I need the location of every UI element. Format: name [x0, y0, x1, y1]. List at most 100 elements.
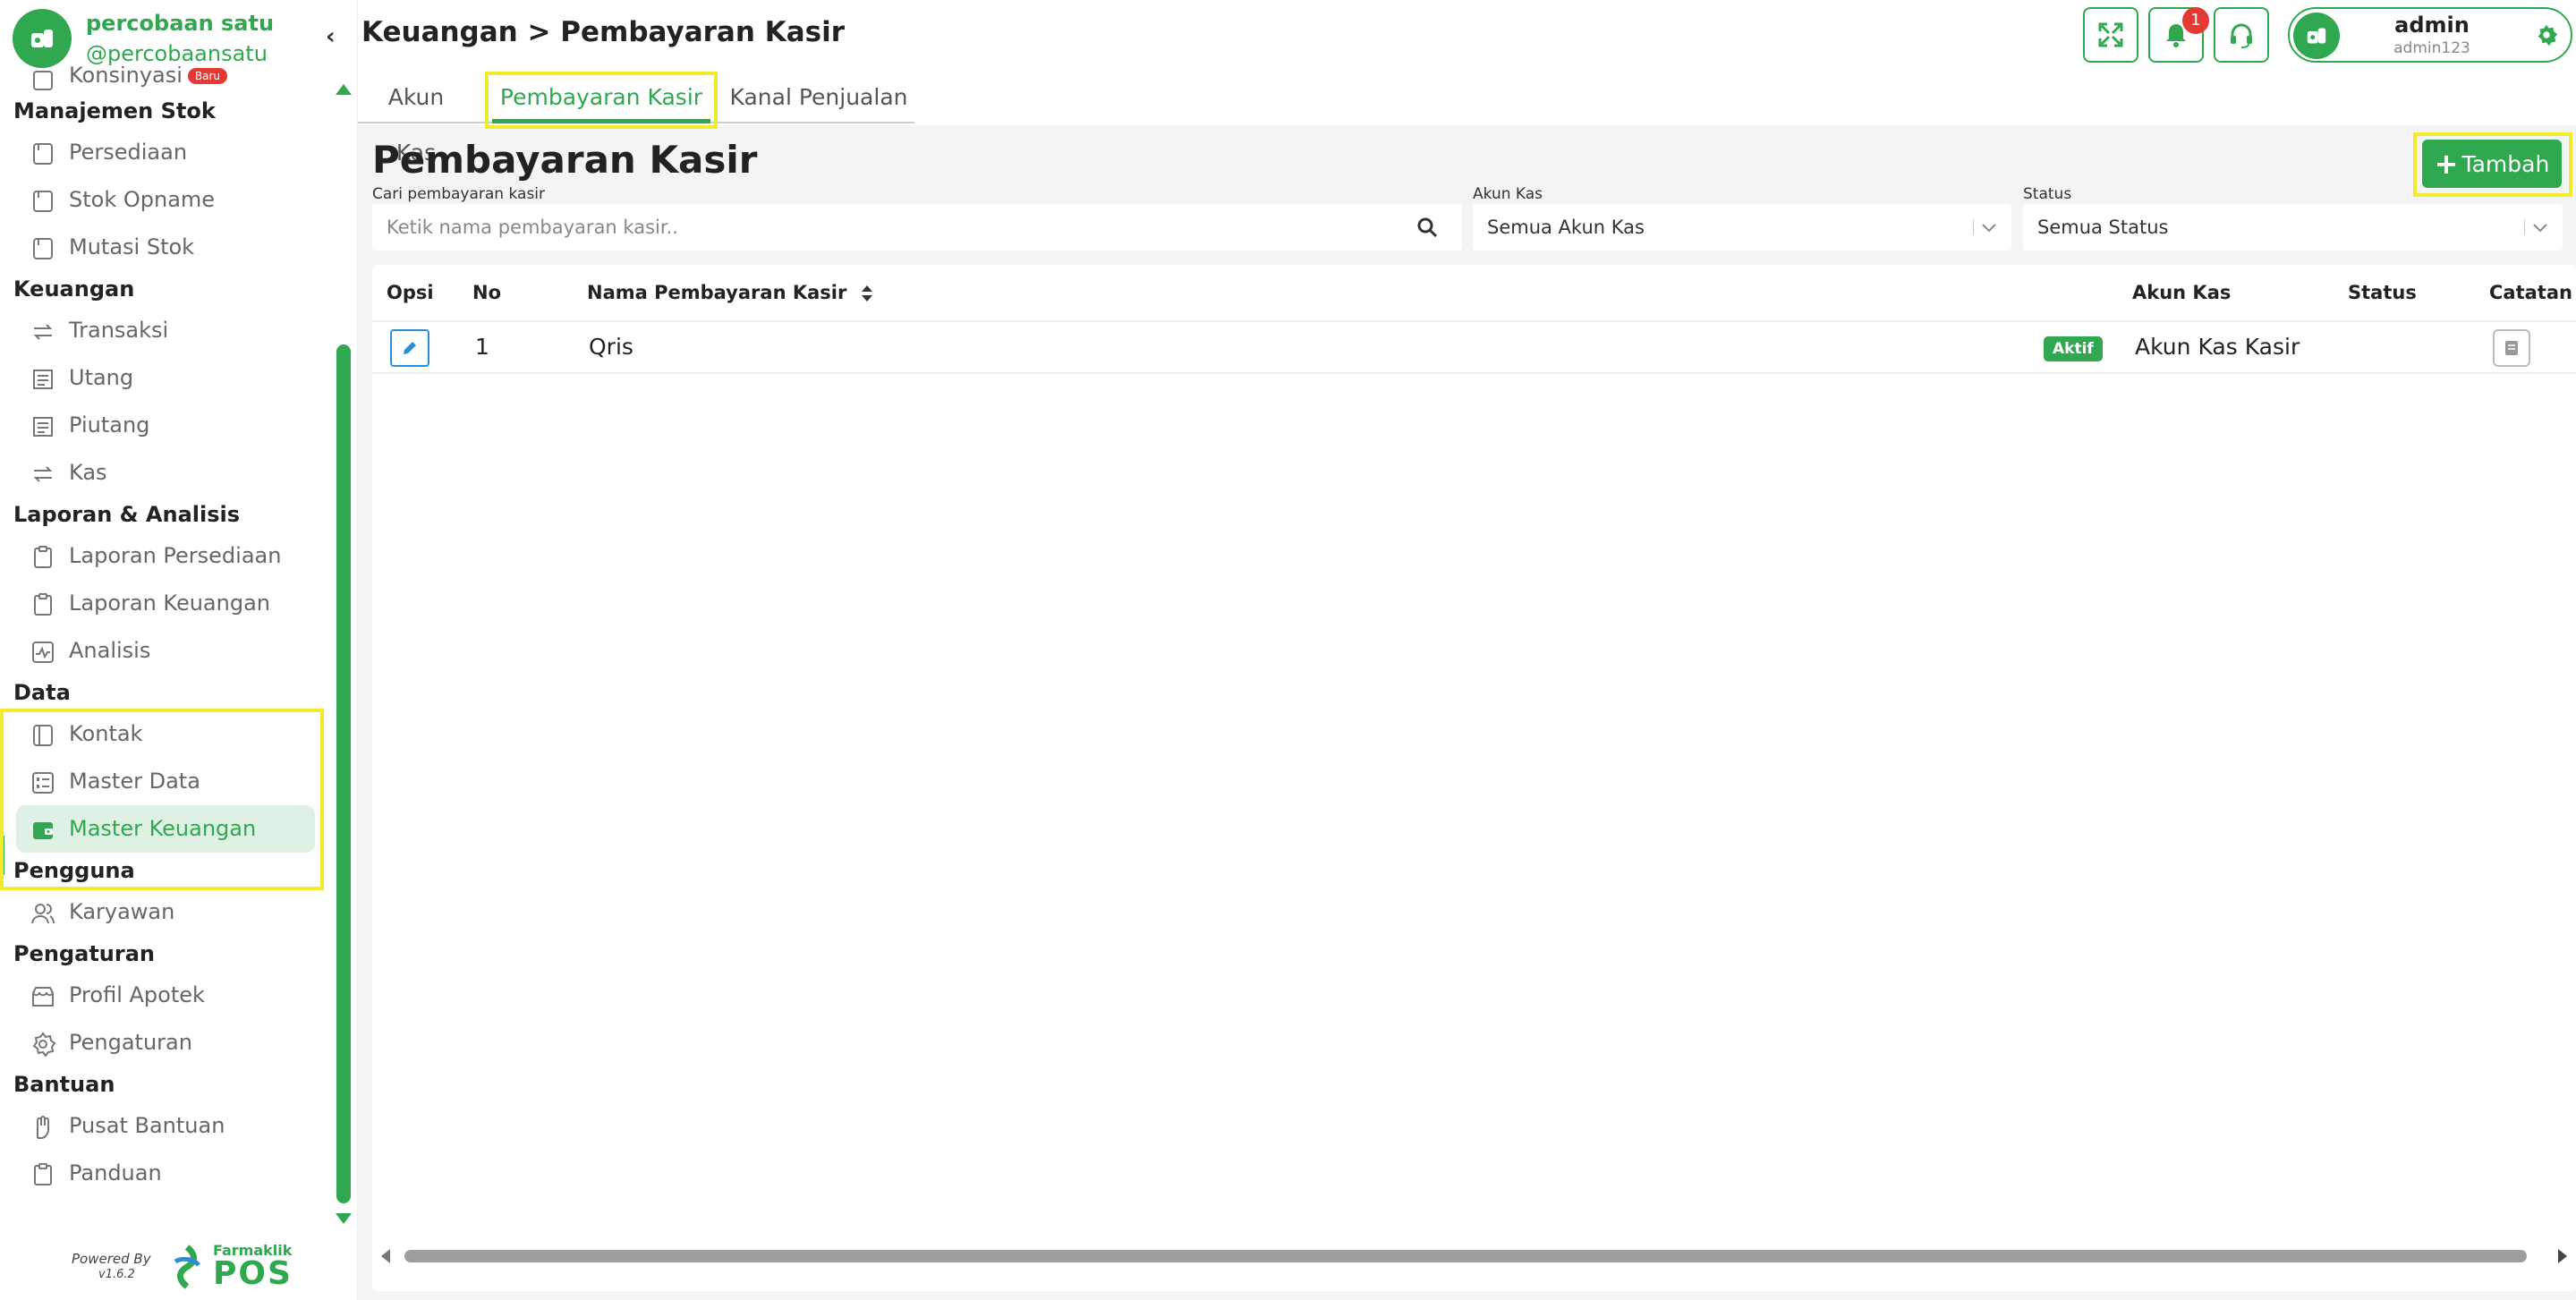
status-label: Status — [2023, 185, 2072, 203]
sidebar-item-laporan-persediaan[interactable]: Laporan Persediaan — [0, 532, 331, 580]
akun-kas-label: Akun Kas — [1473, 185, 1543, 203]
scroll-left-icon[interactable] — [379, 1247, 392, 1265]
scroll-down-icon[interactable] — [333, 1210, 354, 1228]
section-bantuan: Bantuan — [13, 1072, 115, 1097]
user-name: admin — [2394, 13, 2470, 38]
main-content: Akun Kas Pembayaran Kasir Kanal Penjuala… — [358, 70, 2576, 1300]
analytics-icon — [32, 642, 54, 663]
sidebar-item-kas[interactable]: Kas — [0, 449, 331, 497]
user-username: admin123 — [2393, 39, 2470, 57]
transfer-icon — [33, 324, 53, 340]
support-button[interactable] — [2214, 7, 2269, 63]
select-separator — [2524, 219, 2525, 235]
sidebar-item-label: Persediaan — [69, 140, 188, 165]
app-version: v1.6.2 — [98, 1268, 135, 1281]
collapse-sidebar-icon[interactable]: ‹ — [326, 23, 336, 50]
farmaklik-logo-icon — [174, 1245, 200, 1289]
payment-name: Qris — [589, 334, 633, 360]
chevron-down-icon — [1982, 224, 1996, 233]
search-input[interactable]: Ketik nama pembayaran kasir.. — [372, 204, 1462, 251]
farmaklik-pos-logo: Farmaklik POS — [166, 1244, 293, 1290]
column-header-status: Status — [2348, 282, 2417, 303]
sidebar-item-label: Kas — [69, 460, 107, 485]
sidebar-item-transaksi[interactable]: Transaksi — [0, 307, 331, 354]
sidebar-item-mutasi-stok[interactable]: Mutasi Stok — [0, 224, 331, 271]
search-icon[interactable] — [1416, 216, 1439, 239]
gear-icon[interactable] — [2535, 23, 2558, 47]
fullscreen-button[interactable] — [2083, 7, 2138, 63]
powered-by: Powered By — [72, 1251, 151, 1267]
list-icon — [33, 370, 53, 389]
notification-button[interactable]: 1 — [2148, 7, 2209, 63]
add-button-label: Tambah — [2461, 150, 2550, 177]
brand[interactable]: percobaan satu @percobaansatu — [13, 9, 353, 72]
sidebar-item-profil-apotek[interactable]: Profil Apotek — [0, 972, 331, 1019]
column-header-no: No — [472, 282, 502, 303]
section-keuangan: Keuangan — [13, 276, 135, 302]
sidebar-item-label: Laporan Persediaan — [69, 543, 282, 568]
logo-big-text: POS — [213, 1255, 293, 1292]
clipboard-icon — [34, 546, 52, 568]
sort-icon[interactable] — [861, 284, 873, 303]
pencil-icon — [404, 342, 416, 354]
sidebar-item-label: Profil Apotek — [69, 982, 205, 1007]
sidebar-item-label: Stok Opname — [69, 187, 216, 212]
select-separator — [1973, 219, 1974, 235]
sidebar-item-analisis[interactable]: Analisis — [0, 627, 331, 675]
status-value: Semua Status — [2037, 217, 2169, 238]
breadcrumb: Keuangan > Pembayaran Kasir — [361, 16, 846, 48]
store-icon — [32, 987, 54, 1007]
hand-icon — [37, 1116, 49, 1139]
users-icon — [31, 904, 55, 924]
sidebar-item-label: Panduan — [69, 1160, 162, 1185]
user-menu[interactable]: admin admin123 — [2288, 7, 2572, 63]
row-divider — [372, 372, 2576, 374]
plus-icon: + — [2434, 147, 2459, 181]
data-section-highlight — [0, 709, 324, 890]
brand-handle: @percobaansatu — [86, 41, 268, 66]
sidebar-scroll-thumb[interactable] — [336, 344, 351, 1203]
sidebar-item-panduan[interactable]: Panduan — [0, 1150, 331, 1197]
list-icon — [33, 417, 53, 437]
edit-button[interactable] — [390, 329, 429, 367]
sidebar-item-label: Mutasi Stok — [69, 234, 195, 259]
brand-name: percobaan satu — [86, 11, 275, 36]
stock-opname-icon — [33, 191, 53, 212]
brand-logo-icon — [13, 9, 72, 68]
section-pengaturan: Pengaturan — [13, 941, 156, 966]
sidebar-menu: Konsinyasi Baru Manajemen Stok Persediaan… — [0, 66, 331, 1197]
sidebar-item-pusat-bantuan[interactable]: Pusat Bantuan — [0, 1102, 331, 1150]
akun-kas-value: Semua Akun Kas — [1487, 217, 1645, 238]
sidebar-item-konsinyasi[interactable]: Konsinyasi Baru — [0, 66, 331, 93]
status-badge: Aktif — [2044, 336, 2103, 361]
scroll-up-icon[interactable] — [333, 81, 354, 98]
column-header-label: Nama Pembayaran Kasir — [587, 282, 847, 303]
tab-akun-kas[interactable]: Akun Kas — [367, 70, 465, 166]
sidebar-item-karyawan[interactable]: Karyawan — [0, 888, 331, 936]
page-title: Pembayaran Kasir — [372, 138, 758, 182]
sidebar-item-utang[interactable]: Utang — [0, 354, 331, 402]
akun-kas-select[interactable]: Semua Akun Kas — [1473, 204, 2011, 251]
column-header-nama[interactable]: Nama Pembayaran Kasir — [587, 265, 873, 320]
chevron-down-icon — [2533, 224, 2547, 233]
section-data: Data — [13, 680, 71, 705]
row-number: 1 — [475, 334, 489, 360]
status-select[interactable]: Semua Status — [2023, 204, 2563, 251]
sidebar-item-persediaan[interactable]: Persediaan — [0, 129, 331, 176]
sidebar-item-stok-opname[interactable]: Stok Opname — [0, 176, 331, 224]
expand-icon — [2098, 22, 2123, 47]
horizontal-scroll-thumb[interactable] — [404, 1250, 2527, 1262]
sidebar-item-label: Utang — [69, 365, 134, 390]
sidebar-item-pengaturan[interactable]: Pengaturan — [0, 1019, 331, 1066]
sidebar-item-piutang[interactable]: Piutang — [0, 402, 331, 449]
tab-bar: Akun Kas Pembayaran Kasir Kanal Penjuala… — [358, 70, 2576, 166]
stock-mutation-icon — [33, 238, 53, 259]
section-laporan-analisis: Laporan & Analisis — [13, 502, 241, 527]
tab-kanal-penjualan[interactable]: Kanal Penjualan — [728, 70, 909, 125]
add-button[interactable]: + Tambah — [2422, 140, 2562, 188]
horizontal-scrollbar[interactable] — [372, 1244, 2576, 1269]
sidebar-item-laporan-keuangan[interactable]: Laporan Keuangan — [0, 580, 331, 627]
note-button[interactable] — [2493, 329, 2530, 367]
scroll-right-icon[interactable] — [2556, 1247, 2569, 1265]
sidebar: percobaan satu @percobaansatu ‹ Konsinya… — [0, 0, 358, 1300]
